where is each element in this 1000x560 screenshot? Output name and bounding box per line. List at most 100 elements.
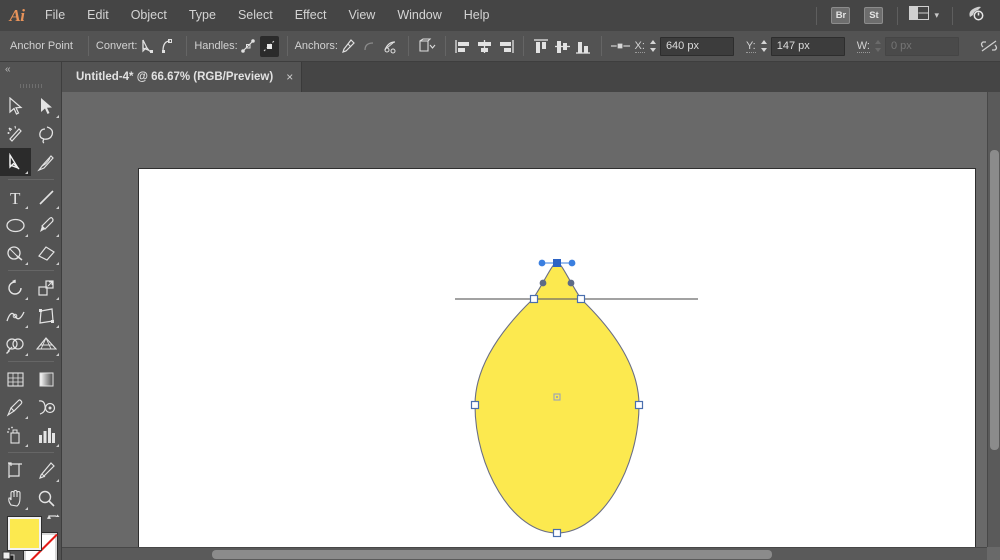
flyout-indicator-icon xyxy=(56,206,59,209)
unlink-dimensions-icon[interactable] xyxy=(979,36,999,57)
default-fill-stroke-icon[interactable] xyxy=(2,551,16,560)
tool-shape-builder[interactable] xyxy=(0,330,31,358)
svg-text:T: T xyxy=(10,189,21,207)
y-stepper[interactable] xyxy=(759,38,769,54)
x-coordinate-field-group: X: 640 px xyxy=(634,36,734,56)
right-side-anchor[interactable] xyxy=(634,400,644,410)
flyout-indicator-icon xyxy=(25,206,28,209)
hide-handles-icon[interactable] xyxy=(259,35,279,57)
align-right-icon[interactable] xyxy=(496,36,515,57)
flyout-indicator-icon xyxy=(56,297,59,300)
vertical-scrollbar-thumb[interactable] xyxy=(990,150,999,450)
tool-column-graph[interactable] xyxy=(31,421,62,449)
horizontal-scrollbar[interactable] xyxy=(62,547,987,560)
stock-button[interactable]: St xyxy=(864,7,884,24)
tool-line-segment[interactable] xyxy=(31,183,62,211)
tool-paintbrush[interactable] xyxy=(31,211,62,239)
tool-blend[interactable] xyxy=(31,393,62,421)
convert-to-corner-icon[interactable] xyxy=(138,36,157,57)
top-tip-anchor[interactable] xyxy=(553,259,561,267)
transform-anchor-icon[interactable] xyxy=(610,36,631,57)
bezier-handle-right[interactable] xyxy=(568,259,576,267)
menu-effect[interactable]: Effect xyxy=(284,0,338,31)
x-coordinate-input[interactable]: 640 px xyxy=(659,36,734,56)
tool-lasso[interactable] xyxy=(31,120,62,148)
menu-divider xyxy=(816,6,818,25)
align-bottom-icon[interactable] xyxy=(574,36,593,57)
remove-anchor-icon[interactable] xyxy=(339,36,358,57)
close-icon[interactable]: × xyxy=(286,71,293,83)
tool-curvature[interactable] xyxy=(31,148,62,176)
menu-object[interactable]: Object xyxy=(120,0,178,31)
tool-rotate[interactable] xyxy=(0,274,31,302)
align-left-icon[interactable] xyxy=(454,36,473,57)
tools-panel-grip[interactable] xyxy=(20,84,42,88)
tool-artboard[interactable] xyxy=(0,456,31,484)
tool-hand[interactable] xyxy=(0,484,31,512)
left-side-anchor[interactable] xyxy=(470,400,480,410)
swap-fill-stroke-icon[interactable] xyxy=(46,514,60,533)
menu-file[interactable]: File xyxy=(34,0,76,31)
bridge-button[interactable]: Br xyxy=(831,7,851,24)
tool-selection[interactable] xyxy=(0,92,31,120)
align-top-icon[interactable] xyxy=(532,36,551,57)
tool-zoom[interactable] xyxy=(31,484,62,512)
convert-to-smooth-icon[interactable] xyxy=(159,36,178,57)
isolate-selected-object-icon[interactable] xyxy=(417,36,437,57)
y-coordinate-input[interactable]: 147 px xyxy=(770,36,845,56)
cut-path-icon[interactable] xyxy=(381,36,400,57)
workspace-chevron-down-icon[interactable]: ▾ xyxy=(934,10,939,21)
tool-divider xyxy=(0,267,62,274)
show-handles-icon[interactable] xyxy=(239,36,258,57)
tool-type[interactable]: T xyxy=(0,183,31,211)
tool-free-transform[interactable] xyxy=(31,302,62,330)
tool-scale[interactable] xyxy=(31,274,62,302)
tool-width[interactable] xyxy=(0,302,31,330)
align-vertical-center-icon[interactable] xyxy=(553,36,572,57)
tool-eyedropper[interactable] xyxy=(0,393,31,421)
document-tab[interactable]: Untitled-4* @ 66.67% (RGB/Preview) × xyxy=(62,62,303,92)
x-stepper[interactable] xyxy=(648,38,658,54)
tool-slice[interactable] xyxy=(31,456,62,484)
menu-edit[interactable]: Edit xyxy=(76,0,120,31)
tool-perspective-grid[interactable] xyxy=(31,330,62,358)
menu-view[interactable]: View xyxy=(337,0,386,31)
right-neck-anchor[interactable] xyxy=(576,294,586,304)
search-adobe-icon[interactable] xyxy=(966,4,986,27)
collapse-panel-chevrons-icon[interactable]: « xyxy=(5,64,10,75)
bezier-handle-left[interactable] xyxy=(538,259,546,267)
menu-help[interactable]: Help xyxy=(453,0,501,31)
tool-symbol-sprayer[interactable] xyxy=(0,421,31,449)
fill-swatch[interactable] xyxy=(7,516,42,551)
canvas-area[interactable] xyxy=(62,92,1000,560)
bottom-anchor[interactable] xyxy=(552,528,562,538)
flyout-indicator-icon xyxy=(25,234,28,237)
artwork-layer xyxy=(455,259,698,538)
align-horizontal-center-icon[interactable] xyxy=(475,36,494,57)
tool-gradient[interactable] xyxy=(31,365,62,393)
tool-ellipse[interactable] xyxy=(0,211,31,239)
tool-eraser[interactable] xyxy=(31,239,62,267)
tool-mesh[interactable] xyxy=(0,365,31,393)
horizontal-scrollbar-thumb[interactable] xyxy=(212,550,772,559)
flyout-indicator-icon xyxy=(25,262,28,265)
y-label: Y: xyxy=(745,39,756,53)
tool-shaper[interactable] xyxy=(0,239,31,267)
menu-select[interactable]: Select xyxy=(227,0,284,31)
tool-anchor-point[interactable] xyxy=(0,148,31,176)
menu-type[interactable]: Type xyxy=(178,0,227,31)
connect-anchor-icon[interactable] xyxy=(360,36,379,57)
width-input: 0 px xyxy=(884,36,959,56)
tool-direct-selection[interactable] xyxy=(31,92,62,120)
flyout-indicator-icon xyxy=(56,325,59,328)
width-field-group: W: 0 px xyxy=(856,36,959,56)
menu-window[interactable]: Window xyxy=(386,0,452,31)
tool-magic-wand[interactable] xyxy=(0,120,31,148)
workspace-layout-icon[interactable] xyxy=(909,6,930,25)
control-point-left[interactable] xyxy=(539,279,547,287)
flyout-indicator-icon xyxy=(25,507,28,510)
left-neck-anchor[interactable] xyxy=(529,294,539,304)
vertical-scrollbar[interactable] xyxy=(987,92,1000,547)
handles-label: Handles: xyxy=(194,40,238,52)
control-point-right[interactable] xyxy=(567,279,575,287)
